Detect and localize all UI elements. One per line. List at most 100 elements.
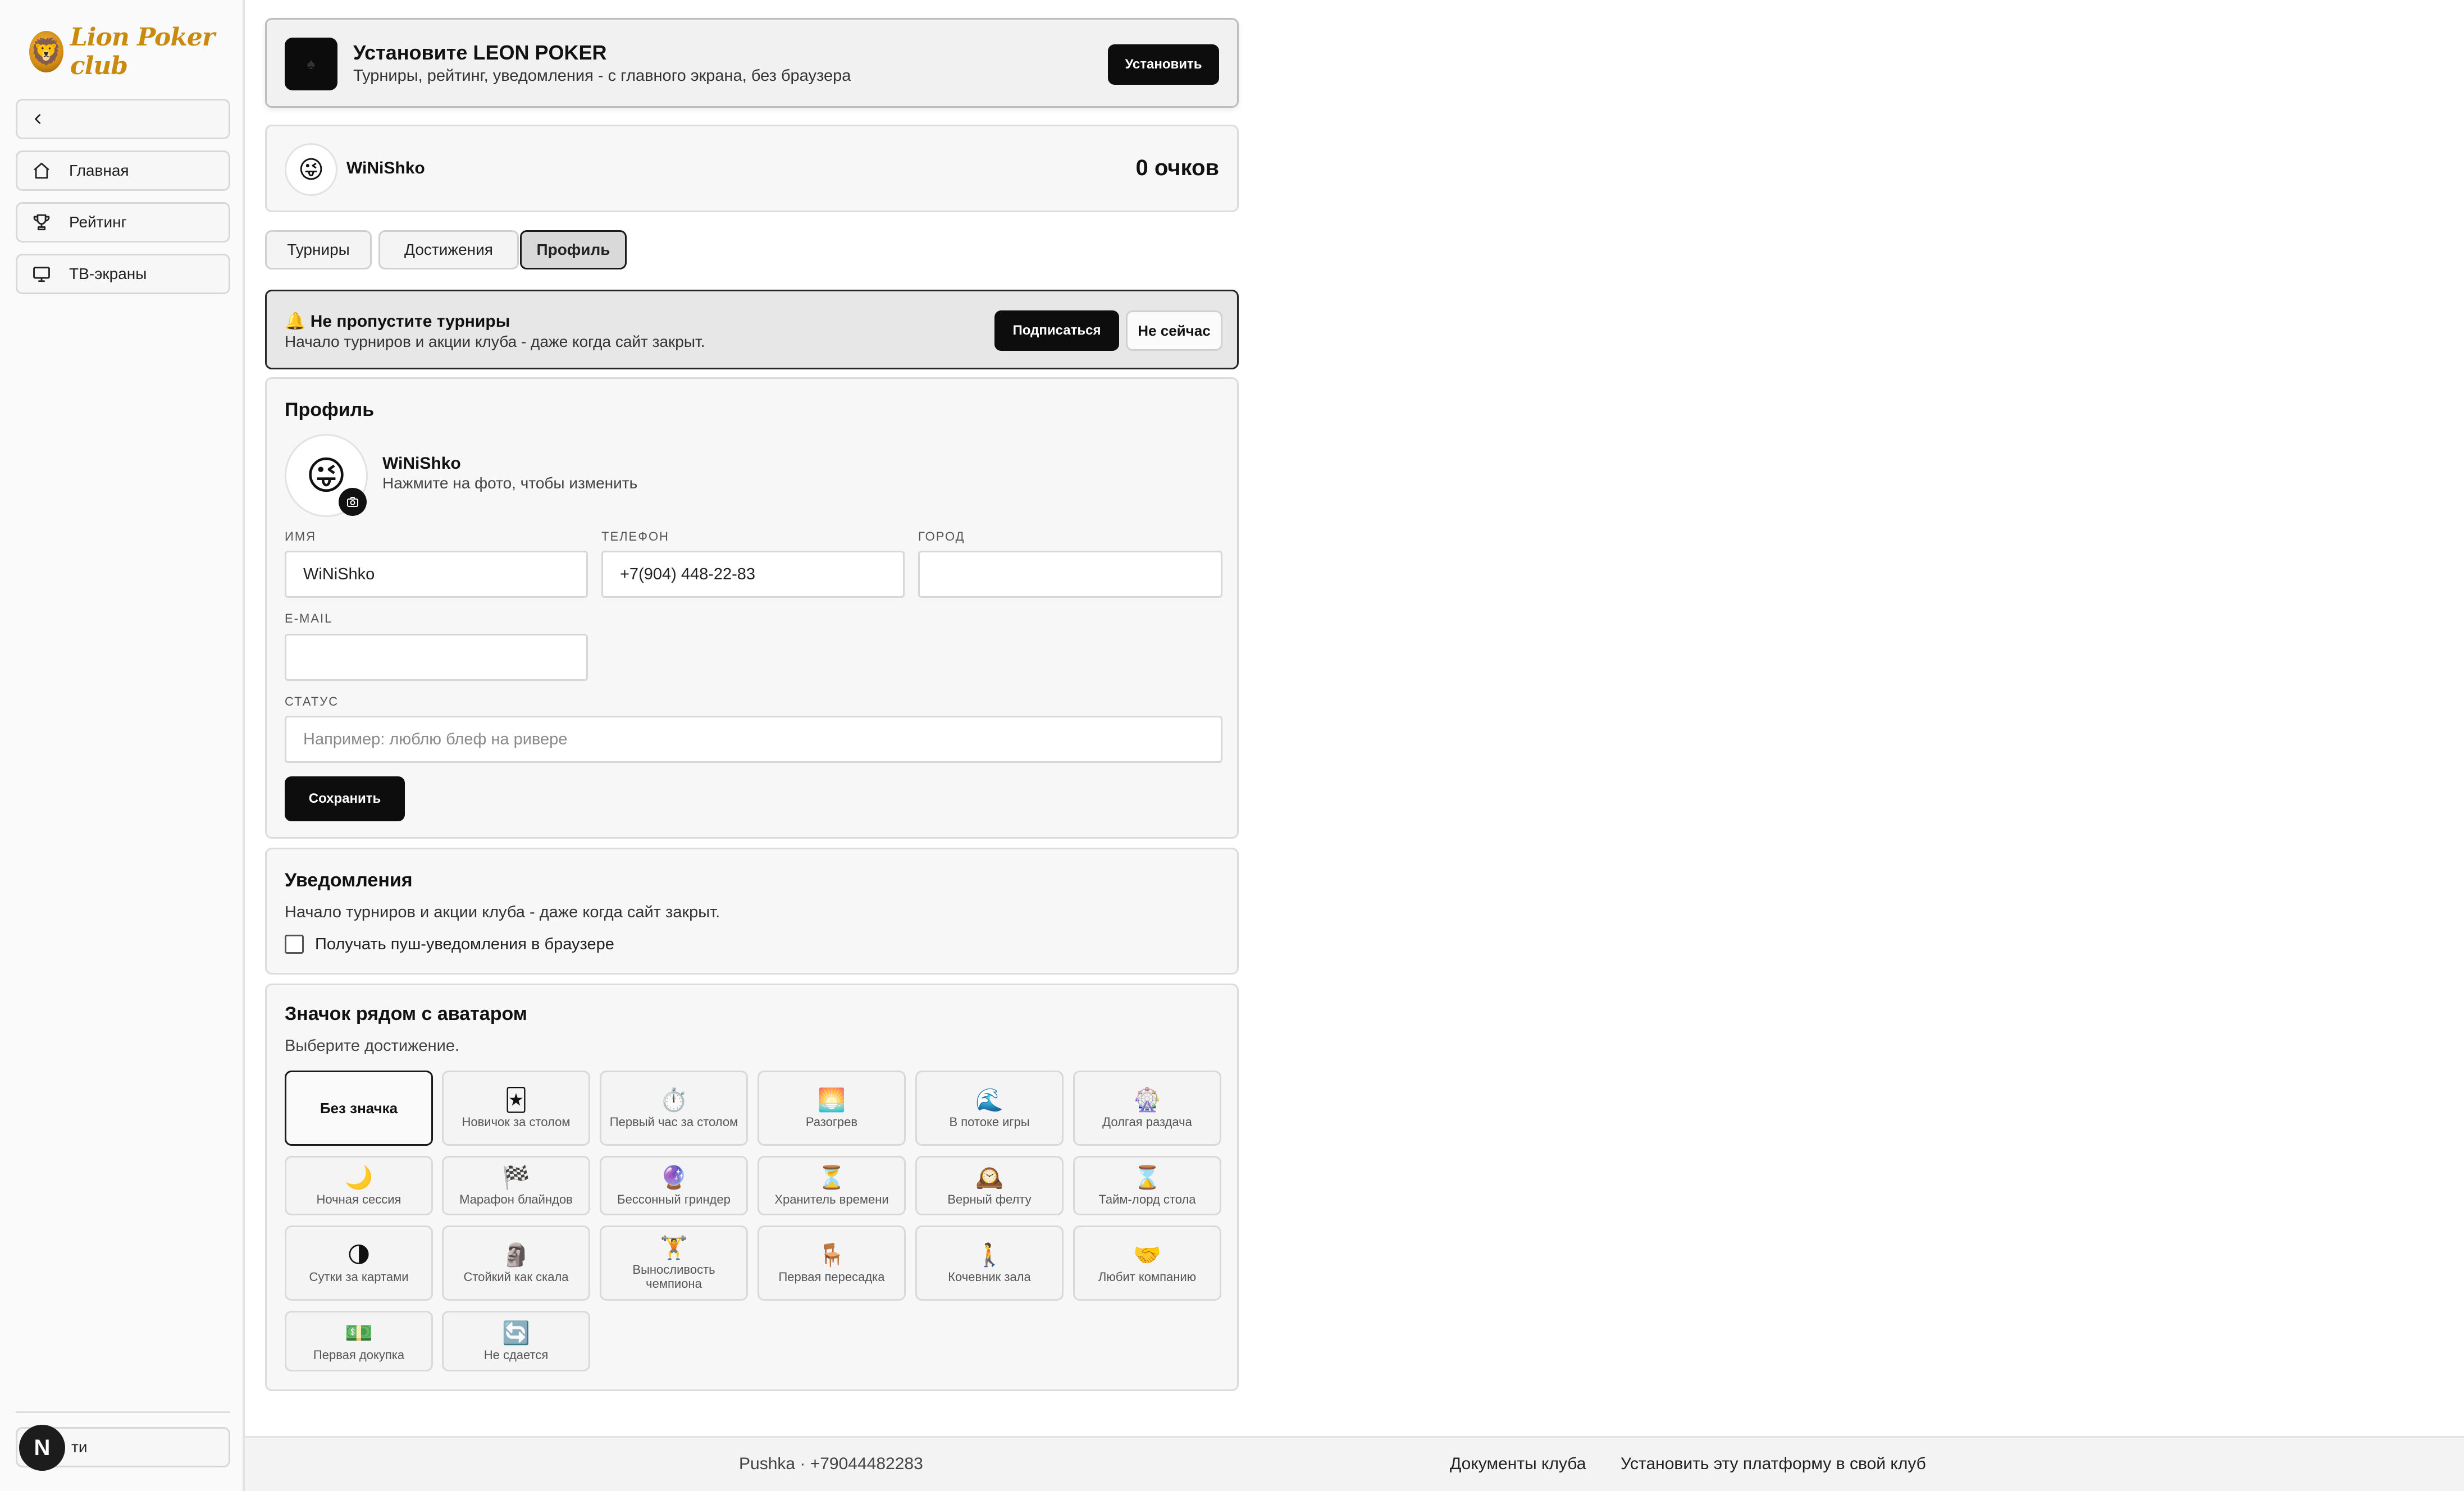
badge-label: Верный фелту: [947, 1192, 1032, 1206]
badge-label: Стойкий как скала: [463, 1269, 569, 1284]
lion-logo-icon: 🦁: [29, 31, 63, 72]
badge-label: Хранитель времени: [774, 1192, 889, 1206]
badge-option[interactable]: 🔄 Не сдается: [442, 1311, 590, 1371]
push-checkbox-label: Получать пуш-уведомления в браузере: [315, 935, 614, 953]
badge-option[interactable]: 🗿 Стойкий как скала: [442, 1225, 590, 1301]
badge-option[interactable]: 🤝 Любит компанию: [1073, 1225, 1221, 1301]
badge-option[interactable]: 🔮 Бессонный гриндер: [600, 1156, 748, 1215]
badge-emoji-icon: 🔮: [660, 1165, 688, 1190]
install-title: Установите LEON POKER: [353, 41, 607, 64]
bell-icon: 🔔: [285, 312, 306, 331]
badge-none-option[interactable]: Без значка: [285, 1071, 433, 1146]
badge-emoji-icon: 🔄: [502, 1320, 530, 1346]
badge-emoji-icon: 🏁: [502, 1165, 530, 1190]
notifications-title: Уведомления: [285, 870, 413, 891]
badge-option[interactable]: 🌅 Разогрев: [758, 1071, 906, 1146]
app-icon: ♠: [285, 38, 337, 90]
sidebar-item-label: Рейтинг: [69, 213, 127, 231]
install-button[interactable]: Установить: [1108, 44, 1219, 85]
badge-option[interactable]: ⏱️ Первый час за столом: [600, 1071, 748, 1146]
badge-emoji-icon: 🚶: [975, 1242, 1003, 1268]
badge-emoji-icon: ⏱️: [660, 1087, 688, 1113]
badge-option[interactable]: 🌊 В потоке игры: [915, 1071, 1064, 1146]
badge-label: Выносливость чемпиона: [632, 1263, 715, 1291]
sidebar: 🦁 Lion Poker club Главная Рейтинг ТВ-экр…: [0, 0, 245, 1491]
chevron-left-icon: [32, 113, 54, 125]
badge-emoji-icon: 🤝: [1133, 1242, 1161, 1268]
badge-label: Долгая раздача: [1102, 1114, 1192, 1129]
n-badge-icon[interactable]: N: [19, 1425, 65, 1471]
back-button[interactable]: [16, 99, 230, 139]
badge-label: Марафон блайндов: [459, 1192, 573, 1206]
tab-profile[interactable]: Профиль: [520, 230, 627, 269]
subscribe-button[interactable]: Подписаться: [994, 310, 1119, 351]
badge-label: Сутки за картами: [309, 1269, 409, 1284]
phone-input[interactable]: +7(904) 448-22-83: [601, 551, 905, 598]
badge-option[interactable]: 🕰️ Верный фелту: [915, 1156, 1064, 1215]
club-logo[interactable]: 🦁 Lion Poker club: [29, 23, 243, 80]
badge-label: Кочевник зала: [948, 1269, 1031, 1284]
badge-option[interactable]: 🚶 Кочевник зала: [915, 1225, 1064, 1301]
email-input[interactable]: [285, 634, 588, 681]
notify-banner-subtitle: Начало турниров и акции клуба - даже ког…: [285, 333, 705, 350]
sidebar-item-home[interactable]: Главная: [16, 150, 230, 191]
badge-option[interactable]: 🌗 Сутки за картами: [285, 1225, 433, 1301]
email-label: E-mail: [285, 611, 333, 625]
badge-label: Первая пересадка: [778, 1269, 885, 1284]
badge-emoji-icon: 🏋️: [660, 1236, 688, 1260]
badge-label: Новичок за столом: [462, 1114, 571, 1129]
badge-label: Первый час за столом: [609, 1114, 738, 1129]
badge-emoji-icon: 💵: [345, 1320, 373, 1346]
badge-label: Любит компанию: [1098, 1269, 1197, 1284]
badge-option[interactable]: 🌙 Ночная сессия: [285, 1156, 433, 1215]
notify-banner-title-text: Не пропустите турниры: [310, 312, 510, 331]
tab-tournaments[interactable]: Турниры: [265, 230, 372, 269]
install-banner: ♠ Установите LEON POKER Турниры, рейтинг…: [265, 18, 1239, 108]
badge-option[interactable]: 🏁 Марафон блайндов: [442, 1156, 590, 1215]
badge-label: Ночная сессия: [316, 1192, 401, 1206]
badge-option[interactable]: 🃏 Новичок за столом: [442, 1071, 590, 1146]
footer-contact: Pushka · +79044482283: [739, 1455, 923, 1473]
badge-option[interactable]: ⌛ Тайм-лорд стола: [1073, 1156, 1221, 1215]
city-input[interactable]: [918, 551, 1222, 598]
save-button[interactable]: Сохранить: [285, 776, 405, 821]
badge-subtitle: Выберите достижение.: [285, 1037, 460, 1055]
badge-option[interactable]: 🎡 Долгая раздача: [1073, 1071, 1221, 1146]
tab-achievements[interactable]: Достижения: [378, 230, 519, 269]
badge-label: Первая докупка: [313, 1347, 405, 1362]
badge-emoji-icon: 🗿: [502, 1242, 530, 1268]
sidebar-item-rating[interactable]: Рейтинг: [16, 202, 230, 243]
badge-emoji-icon: ⏳: [818, 1165, 846, 1190]
badge-label: Тайм-лорд стола: [1098, 1192, 1196, 1206]
profile-photo-hint: Нажмите на фото, чтобы изменить: [382, 474, 638, 492]
user-points: 0 очков: [1135, 155, 1219, 180]
badge-option[interactable]: 🏋️ Выносливость чемпиона: [600, 1225, 748, 1301]
avatar[interactable]: 😜: [285, 143, 337, 196]
camera-icon[interactable]: [339, 488, 367, 516]
footer-install-link[interactable]: Установить эту платформу в свой клуб: [1621, 1455, 1926, 1474]
badge-emoji-icon: 🌙: [345, 1165, 373, 1190]
badge-option[interactable]: 🪑 Первая пересадка: [758, 1225, 906, 1301]
name-input[interactable]: WiNiShko: [285, 551, 588, 598]
logo-text: Lion Poker club: [70, 23, 215, 80]
badge-emoji-icon: 🌗: [347, 1242, 371, 1268]
monitor-icon: [32, 264, 54, 283]
city-label: Город: [918, 529, 965, 543]
badge-label: Без значка: [320, 1099, 398, 1117]
badge-label: Не сдается: [483, 1347, 549, 1362]
not-now-button[interactable]: Не сейчас: [1126, 310, 1222, 351]
notify-banner: 🔔 Не пропустите турниры Начало турниров …: [265, 290, 1239, 369]
sidebar-item-label: Главная: [69, 162, 129, 179]
push-checkbox-row[interactable]: Получать пуш-уведомления в браузере: [285, 935, 614, 954]
push-checkbox[interactable]: [285, 935, 304, 954]
badge-emoji-icon: ⌛: [1133, 1165, 1161, 1190]
status-input[interactable]: Например: люблю блеф на ривере: [285, 716, 1222, 763]
footer-docs-link[interactable]: Документы клуба: [1450, 1455, 1586, 1474]
install-subtitle: Турниры, рейтинг, уведомления - с главно…: [353, 67, 851, 85]
user-summary-card: 😜 WiNiShko 0 очков: [265, 125, 1239, 212]
sidebar-item-tv-screens[interactable]: ТВ-экраны: [16, 254, 230, 294]
badge-label: В потоке игры: [949, 1114, 1030, 1129]
badge-option[interactable]: ⏳ Хранитель времени: [758, 1156, 906, 1215]
badge-option[interactable]: 💵 Первая докупка: [285, 1311, 433, 1371]
badge-emoji-icon: 🃏: [504, 1087, 528, 1113]
